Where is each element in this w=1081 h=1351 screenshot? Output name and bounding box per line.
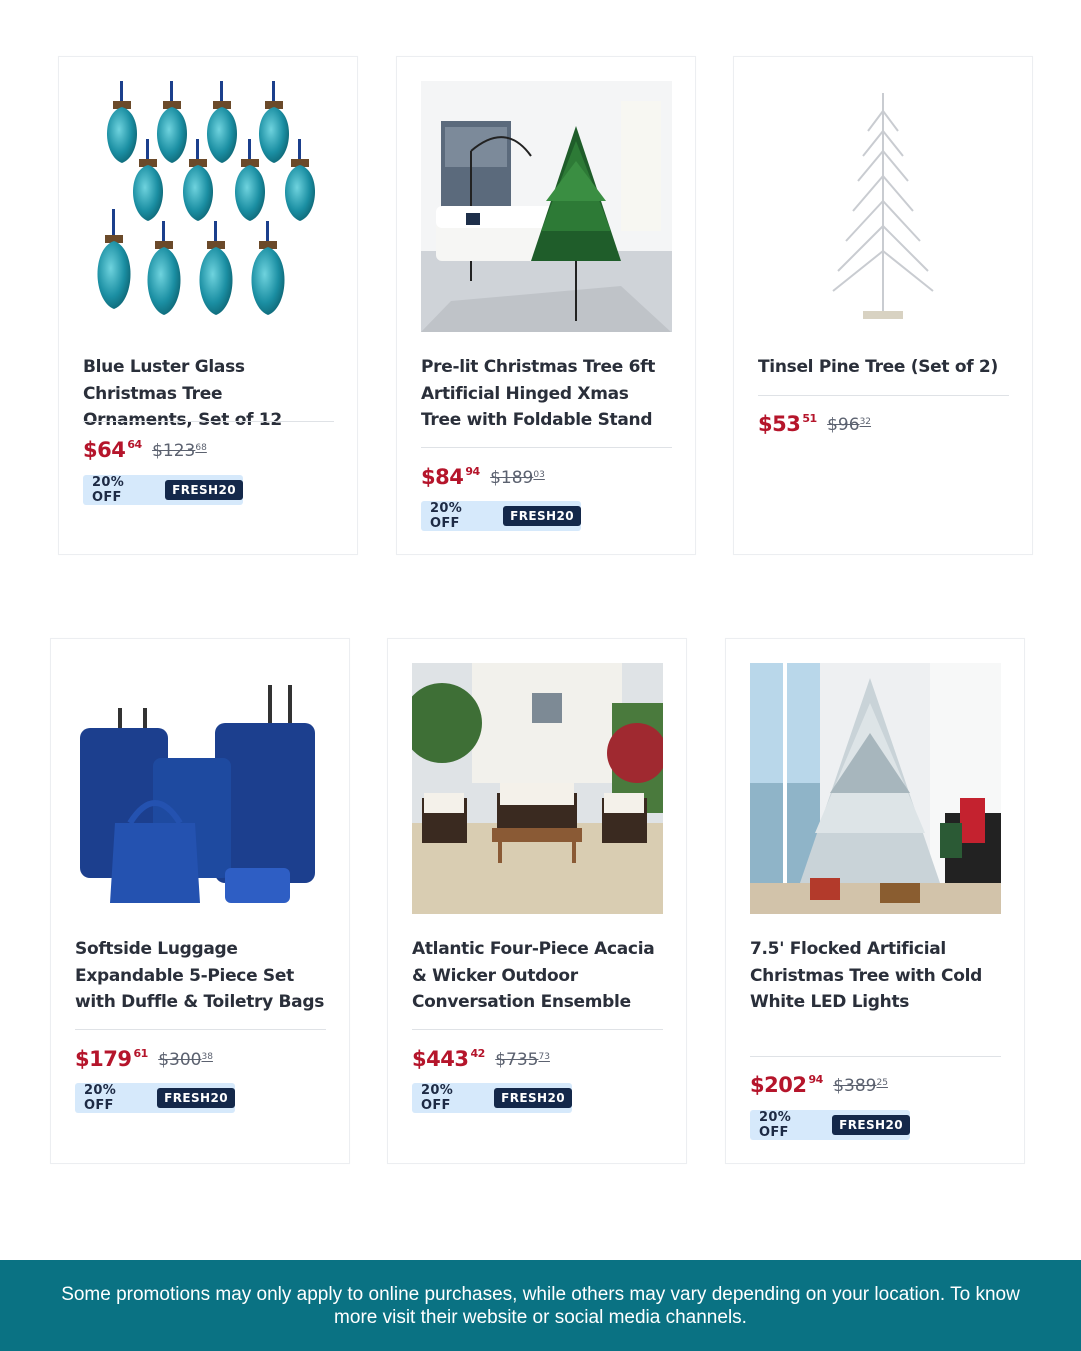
sale-price: $202 94	[750, 1073, 823, 1097]
product-card[interactable]: 7.5' Flocked Artificial Christmas Tree w…	[725, 638, 1025, 1164]
footer-disclaimer-text: Some promotions may only apply to online…	[61, 1283, 1020, 1328]
product-card[interactable]: Softside Luggage Expandable 5-Piece Set …	[50, 638, 350, 1164]
sale-price: $64 64	[83, 438, 142, 462]
divider	[758, 395, 1009, 396]
sale-price: $179 61	[75, 1047, 148, 1071]
promo-code: FRESH20	[503, 506, 581, 526]
product-card[interactable]: Atlantic Four-Piece Acacia & Wicker Outd…	[387, 638, 687, 1164]
product-card[interactable]: Blue Luster Glass Christmas Tree Ornamen…	[58, 56, 358, 555]
promo-badge: 20% OFF FRESH20	[412, 1083, 572, 1113]
original-price: $30038	[158, 1050, 213, 1070]
original-price: $73573	[495, 1050, 550, 1070]
promo-badge: 20% OFF FRESH20	[421, 501, 581, 531]
sale-price: $53 51	[758, 412, 817, 436]
discount-label: 20% OFF	[84, 1083, 117, 1113]
divider	[412, 1029, 663, 1030]
promo-code: FRESH20	[165, 480, 243, 500]
promo-code: FRESH20	[832, 1115, 910, 1135]
sale-price: $443 42	[412, 1047, 485, 1071]
divider	[75, 1029, 326, 1030]
product-card[interactable]: Pre-lit Christmas Tree 6ft Artificial Hi…	[396, 56, 696, 555]
product-title[interactable]: Pre-lit Christmas Tree 6ft Artificial Hi…	[421, 354, 673, 434]
product-image[interactable]	[75, 663, 326, 914]
original-price: $9632	[827, 415, 872, 435]
divider	[83, 421, 334, 422]
product-image[interactable]	[83, 81, 334, 332]
product-image[interactable]	[412, 663, 663, 914]
price-row: $179 61 $30038	[75, 1047, 213, 1077]
divider	[421, 447, 672, 448]
price-row: $64 64 $12368	[83, 438, 207, 468]
prelit-tree-living-room-image	[421, 81, 672, 332]
promo-code: FRESH20	[494, 1088, 572, 1108]
price-row: $443 42 $73573	[412, 1047, 550, 1077]
price-row: $202 94 $38925	[750, 1073, 888, 1103]
blue-glass-ornaments-image	[83, 81, 334, 332]
promo-badge: 20% OFF FRESH20	[750, 1110, 910, 1140]
blue-luggage-set-image	[75, 663, 326, 914]
original-price: $38925	[833, 1076, 888, 1096]
silver-tinsel-tree-image	[758, 81, 1009, 332]
discount-label: 20% OFF	[92, 475, 125, 505]
discount-label: 20% OFF	[759, 1110, 792, 1140]
product-image[interactable]	[758, 81, 1009, 332]
original-price: $18903	[490, 468, 545, 488]
product-card[interactable]: Tinsel Pine Tree (Set of 2) $53 51 $9632	[733, 56, 1033, 555]
product-title[interactable]: Atlantic Four-Piece Acacia & Wicker Outd…	[412, 936, 664, 1016]
promo-code: FRESH20	[157, 1088, 235, 1108]
product-title[interactable]: Tinsel Pine Tree (Set of 2)	[758, 354, 1010, 381]
discount-label: 20% OFF	[421, 1083, 454, 1113]
product-image[interactable]	[750, 663, 1001, 914]
promo-badge: 20% OFF FRESH20	[83, 475, 243, 505]
sale-price: $84 94	[421, 465, 480, 489]
discount-label: 20% OFF	[430, 501, 463, 531]
outdoor-patio-set-image	[412, 663, 663, 914]
flocked-christmas-tree-image	[750, 663, 1001, 914]
original-price: $12368	[152, 441, 207, 461]
price-row: $53 51 $9632	[758, 412, 871, 442]
price-row: $84 94 $18903	[421, 465, 545, 495]
promo-badge: 20% OFF FRESH20	[75, 1083, 235, 1113]
product-title[interactable]: Softside Luggage Expandable 5-Piece Set …	[75, 936, 327, 1016]
product-title[interactable]: 7.5' Flocked Artificial Christmas Tree w…	[750, 936, 1002, 1016]
product-image[interactable]	[421, 81, 672, 332]
divider	[750, 1056, 1001, 1057]
footer-disclaimer-bar: Some promotions may only apply to online…	[0, 1260, 1081, 1351]
